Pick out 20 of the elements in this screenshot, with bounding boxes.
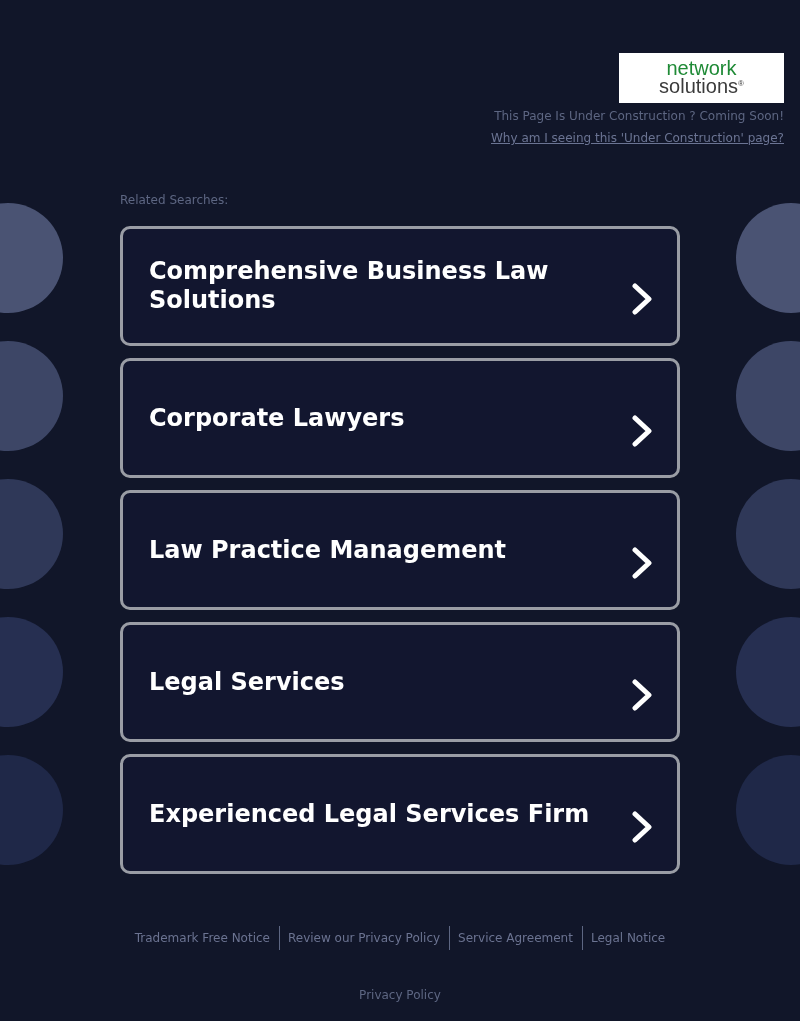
footer-link[interactable]: Legal Notice (588, 929, 668, 947)
related-search-link[interactable]: Corporate Lawyers (120, 358, 680, 478)
chevron-right-icon (632, 811, 652, 843)
footer-link[interactable]: Trademark Free Notice (132, 929, 272, 947)
chevron-right-icon (632, 283, 652, 315)
logo-text: solutions$^{®}$ (659, 77, 744, 96)
chevron-right-icon (632, 679, 652, 711)
chevron-right-icon (632, 547, 652, 579)
related-searches-heading: Related Searches: (120, 192, 229, 208)
related-search-link[interactable]: Experienced Legal Services Firm (120, 754, 680, 874)
related-search-link[interactable]: Legal Services (120, 622, 680, 742)
related-search-link[interactable]: Law Practice Management (120, 490, 680, 610)
footer-link[interactable]: Review our Privacy Policy (286, 929, 443, 947)
logo-text: network (666, 60, 737, 77)
under-construction-notice: This Page Is Under Construction ? Coming Soon! (494, 108, 784, 124)
footer-link[interactable]: Service Agreement (456, 929, 575, 947)
privacy-policy-link[interactable]: Privacy Policy (359, 988, 441, 1002)
related-search-link[interactable]: Comprehensive Business Law Solutions (120, 226, 680, 346)
chevron-right-icon (632, 415, 652, 447)
construction-info-link[interactable]: Why am I seeing this 'Under Construction' page? (491, 130, 784, 146)
